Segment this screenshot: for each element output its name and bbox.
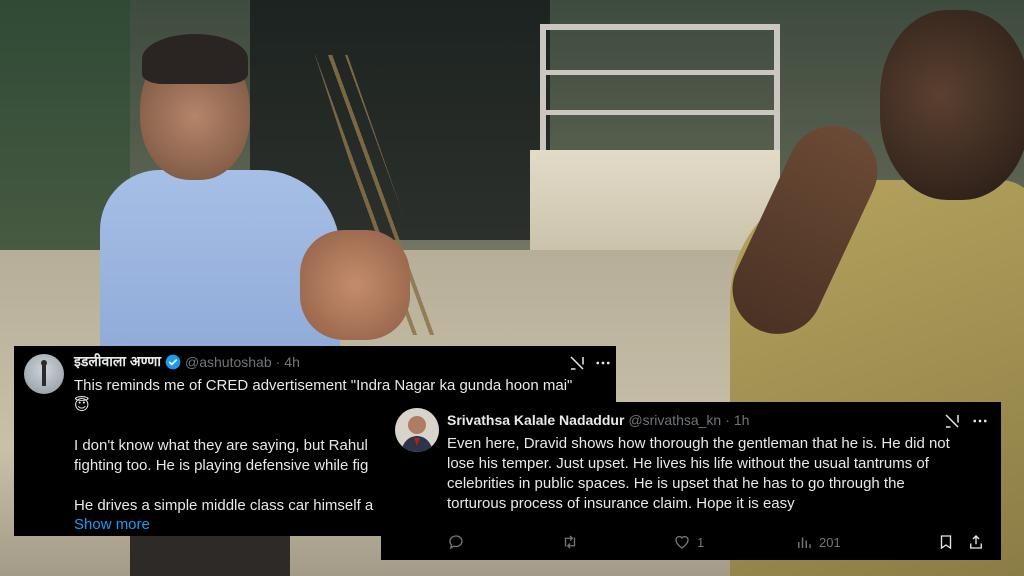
avatar[interactable]	[24, 354, 64, 394]
show-more-link[interactable]: Show more	[74, 516, 150, 533]
author-handle[interactable]: @ashutoshab	[185, 354, 272, 370]
like-icon	[675, 535, 689, 549]
author-name[interactable]: इडलीवाला अण्णा	[74, 352, 161, 371]
bookmark-button[interactable]	[937, 530, 955, 554]
avatar[interactable]	[395, 408, 439, 452]
separator-dot: ·	[275, 353, 281, 370]
retweet-icon	[564, 535, 576, 549]
author-name[interactable]: Srivathsa Kalale Nadaddur	[447, 412, 624, 428]
share-icon	[970, 535, 982, 549]
verified-badge-icon	[165, 354, 181, 369]
bookmark-icon	[940, 535, 952, 550]
grok-icon[interactable]	[941, 410, 963, 432]
tweet-actions: 1 201	[447, 530, 992, 554]
views-button[interactable]: 201	[795, 530, 841, 554]
like-count: 1	[697, 534, 705, 550]
more-icon[interactable]	[592, 352, 614, 374]
tweet-header: Srivathsa Kalale Nadaddur @srivathsa_kn …	[447, 412, 749, 428]
tweet-text: Even here, Dravid shows how thorough the…	[447, 434, 992, 514]
tweet-line: torturous process of insurance claim. Ho…	[447, 495, 795, 512]
share-button[interactable]	[967, 530, 985, 554]
retweet-button[interactable]	[560, 530, 580, 554]
tweet-line: celebrities in public spaces. He is upse…	[447, 475, 905, 492]
grok-icon[interactable]	[566, 352, 588, 374]
tweet-line: Even here, Dravid shows how thorough the…	[447, 435, 950, 452]
view-count: 201	[819, 534, 841, 550]
more-icon[interactable]	[969, 410, 991, 432]
reply-icon	[449, 535, 463, 550]
tweet-time[interactable]: 1h	[734, 412, 750, 428]
author-handle[interactable]: @srivathsa_kn	[628, 412, 721, 428]
tweet-line: This reminds me of CRED advertisement "I…	[74, 377, 573, 394]
tweet-time[interactable]: 4h	[284, 354, 300, 370]
like-button[interactable]: 1	[673, 530, 704, 554]
reply-button[interactable]	[447, 530, 465, 554]
avatar-silhouette-icon	[41, 360, 47, 386]
views-icon	[798, 537, 811, 548]
tweet-card-2[interactable]: Srivathsa Kalale Nadaddur @srivathsa_kn …	[381, 402, 1001, 560]
separator-dot: ·	[725, 412, 730, 428]
avatar-portrait-icon	[395, 408, 439, 452]
tweet-line: lose his temper. Just upset. He lives hi…	[447, 455, 929, 472]
tweet-header: इडलीवाला अण्णा @ashutoshab · 4h	[74, 352, 300, 371]
